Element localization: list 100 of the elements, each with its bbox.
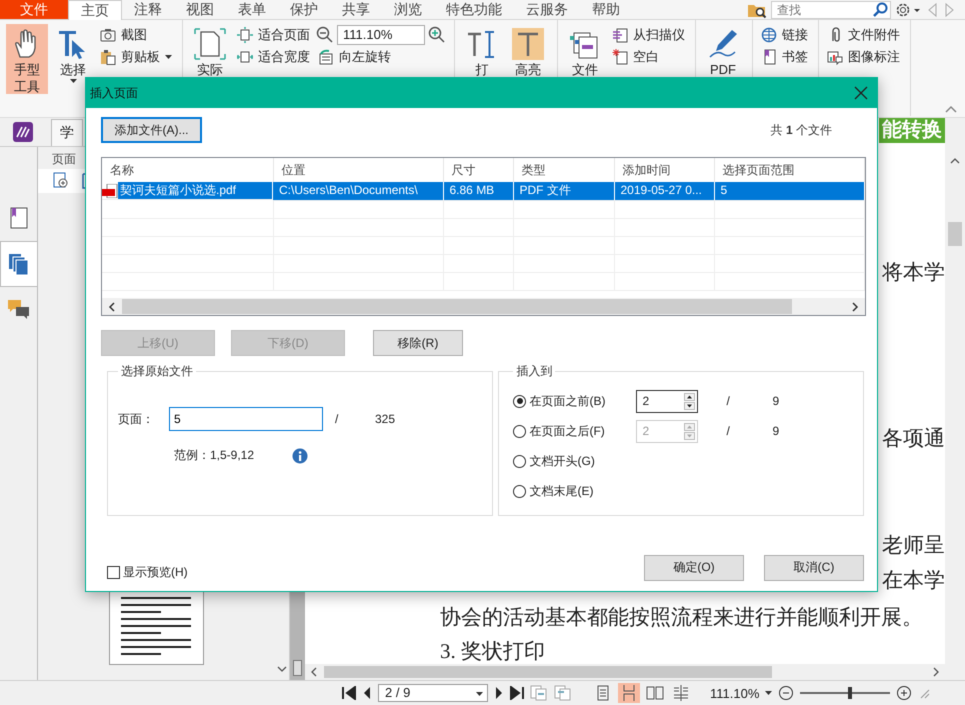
scroll-right-icon[interactable] <box>851 302 859 312</box>
scroll-down-icon[interactable] <box>276 666 286 672</box>
zoom-out-icon[interactable] <box>778 685 794 701</box>
tool-button[interactable]: 实际 <box>189 24 231 116</box>
caret-icon[interactable] <box>765 691 772 695</box>
scroll-thumb[interactable] <box>293 660 302 676</box>
globe-icon <box>761 27 777 43</box>
tool-button[interactable]: 适合宽度 <box>235 48 312 66</box>
search-field[interactable]: 查找 <box>771 0 891 18</box>
page-combo[interactable]: 2 / 9 <box>378 684 488 702</box>
dialog-button[interactable]: 确定(O) <box>644 554 744 580</box>
menu-tab[interactable]: 文件 <box>0 0 68 19</box>
menu-tab[interactable]: 保护 <box>278 0 330 19</box>
tool-button[interactable]: 图像标注 <box>825 48 902 66</box>
page-icon <box>194 28 226 60</box>
tool-label: 文件 <box>572 62 598 77</box>
dialog-button[interactable]: 取消(C) <box>764 554 864 580</box>
zoom-combo[interactable]: 111.10% <box>337 25 425 45</box>
zoom-in-icon[interactable] <box>428 26 446 44</box>
tool-button[interactable]: 剪贴板 <box>98 48 174 66</box>
scroll-thumb[interactable] <box>948 222 962 246</box>
scroll-right-icon[interactable] <box>932 667 940 677</box>
tool-button[interactable]: PDF <box>702 24 744 116</box>
tool-button[interactable]: 手型 工具 <box>6 24 48 94</box>
tool-button[interactable]: 书签 <box>759 48 810 66</box>
radio-option[interactable]: 在页面之前(B) <box>513 392 636 410</box>
split-view-icon <box>672 685 690 701</box>
tool-button[interactable]: 空白 <box>610 48 687 66</box>
body-text: 各项通 <box>882 427 945 449</box>
radio-option[interactable]: 文档末尾(E) <box>513 482 636 500</box>
tool-button[interactable]: 截图 <box>98 26 174 44</box>
number-spinner[interactable]: 2 <box>636 390 698 412</box>
up-arrow-icon <box>684 422 696 430</box>
tool-button[interactable]: 链接 <box>759 26 810 44</box>
body-text: 将本学 <box>882 261 945 283</box>
separator: / <box>726 394 731 408</box>
page-field[interactable]: 5 <box>169 407 323 431</box>
tool-button[interactable]: 从扫描仪 <box>610 26 687 44</box>
collapse-icon[interactable] <box>945 105 957 113</box>
app-logo-icon[interactable] <box>13 122 33 142</box>
last-page-icon[interactable] <box>510 686 524 700</box>
first-page-icon[interactable] <box>342 686 356 700</box>
tool-label: 工具 <box>14 79 40 94</box>
page-zoom-icon[interactable] <box>52 172 70 190</box>
menu-tab[interactable]: 云服务 <box>514 0 580 19</box>
next-page-icon[interactable] <box>494 686 504 700</box>
down-arrow-icon <box>684 402 696 410</box>
text-icon <box>512 28 544 60</box>
tool-label: 手型 <box>14 62 40 77</box>
menu-tab[interactable]: 共享 <box>330 0 382 19</box>
radio-option[interactable]: 文档开头(G) <box>513 452 636 470</box>
previous-page-icon[interactable] <box>362 686 372 700</box>
close-icon[interactable] <box>854 86 868 100</box>
body-text: 老师呈 <box>882 534 945 556</box>
menu-tab[interactable]: 注释 <box>122 0 174 19</box>
move-button[interactable]: 移除(R) <box>373 330 463 356</box>
menu-tab[interactable]: 主页 <box>68 0 122 21</box>
tool-button[interactable]: 适合页面 <box>235 26 312 44</box>
dialog-title: 插入页面 <box>90 84 138 102</box>
search-icon[interactable] <box>872 2 888 18</box>
zoom-out-icon[interactable] <box>316 26 334 44</box>
document-tab[interactable]: 学 <box>51 119 83 146</box>
page-total: 9 <box>772 424 780 438</box>
scroll-thumb[interactable] <box>324 666 772 678</box>
menu-tab[interactable]: 视图 <box>174 0 226 19</box>
scroll-up-icon[interactable] <box>950 158 960 164</box>
gear-icon[interactable] <box>895 2 921 18</box>
info-icon[interactable] <box>292 448 308 464</box>
camera-icon <box>100 27 116 43</box>
preview-checkbox[interactable]: 显示预览(H) <box>107 564 188 581</box>
menu-tab[interactable]: 帮助 <box>580 0 632 19</box>
menu-tab[interactable]: 表单 <box>226 0 278 19</box>
tool-button[interactable]: 高亮 <box>507 24 549 116</box>
zoom-in-icon[interactable] <box>896 685 912 701</box>
scroll-left-icon[interactable] <box>108 302 116 312</box>
separator: / <box>726 424 731 438</box>
body-text: 在本学 <box>882 569 945 591</box>
fit-page-icon <box>237 27 253 43</box>
tool-label: 选择 <box>60 62 86 77</box>
menu-tab[interactable]: 特色功能 <box>434 0 514 19</box>
resize-grip-icon <box>918 687 930 699</box>
caret-icon <box>476 692 483 696</box>
tool-button[interactable]: 文件 <box>564 24 606 116</box>
radio-option[interactable]: 在页面之后(F) <box>513 422 636 440</box>
body-text: 3. 奖状打印 <box>440 640 546 662</box>
zoom-value[interactable]: 111.10% <box>710 686 760 700</box>
tool-label: 实际 <box>197 62 223 77</box>
add-file-button[interactable]: 添加文件(A)... <box>101 117 202 143</box>
table-cell[interactable]: 契诃夫短篇小说选.pdf <box>118 182 272 199</box>
tool-button[interactable]: 打 <box>461 24 503 116</box>
page-thumbnail[interactable] <box>108 591 204 665</box>
nav-tab[interactable] <box>0 241 37 287</box>
tool-button[interactable]: 文件附件 <box>825 26 902 44</box>
tool-button[interactable]: 向左旋转 <box>316 48 446 66</box>
previous-view-icon[interactable] <box>530 685 548 701</box>
next-view-icon[interactable] <box>554 685 572 701</box>
scroll-thumb[interactable] <box>122 299 792 314</box>
menu-tab[interactable]: 浏览 <box>382 0 434 19</box>
scroll-left-icon[interactable] <box>310 667 318 677</box>
view-mode-button[interactable] <box>618 683 640 703</box>
